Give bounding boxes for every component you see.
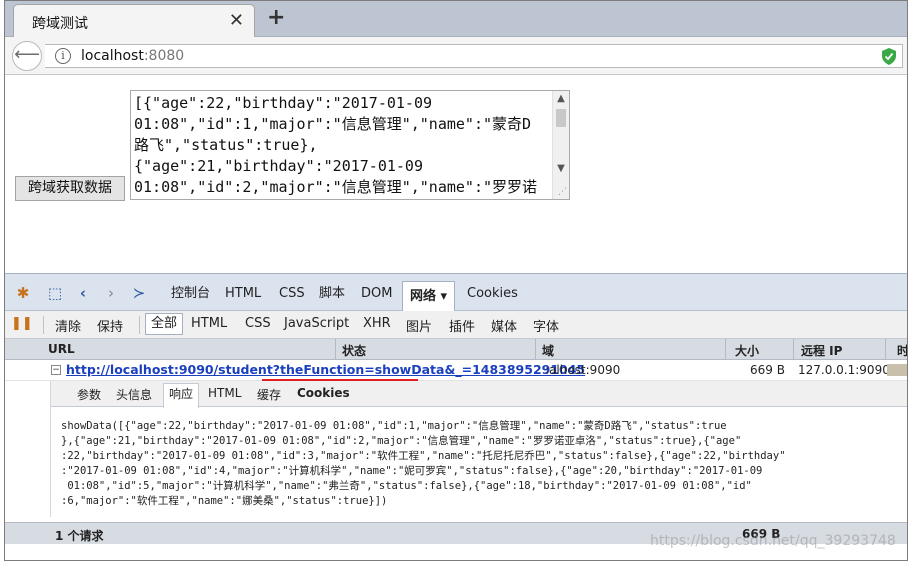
timeline-bar: [887, 364, 907, 376]
request-size: 669 B: [750, 363, 785, 377]
request-url-link[interactable]: http://localhost:9090/student?theFunctio…: [66, 362, 585, 377]
tab-dom[interactable]: DOM: [361, 283, 392, 305]
watermark: https://blog.csdn.net/qq_39293748: [650, 533, 896, 549]
response-line: 01:08","id":5,"major":"计算机科学","name":"弗兰…: [61, 480, 752, 492]
tab-strip: 跨域测试 ✕ +: [5, 1, 907, 37]
filter-media-button[interactable]: 媒体: [491, 316, 517, 335]
chevron-right-icon[interactable]: ›: [101, 283, 121, 303]
address-bar[interactable]: i localhost:8080: [45, 44, 903, 68]
close-icon[interactable]: ✕: [229, 10, 244, 31]
response-line: :22,"birthday":"2017-01-09 01:08","id":3…: [61, 450, 786, 462]
browser-tab[interactable]: 跨域测试 ✕: [13, 4, 255, 37]
response-line: :"2017-01-09 01:08","id":4,"major":"计算机科…: [61, 465, 763, 477]
navigation-bar: ⟵ i localhost:8080: [5, 37, 907, 75]
column-separator: [335, 339, 336, 360]
column-separator: [535, 339, 536, 360]
result-line: [{"age":22,"birthday":"2017-01-09: [134, 94, 433, 112]
clear-button[interactable]: 清除: [55, 316, 81, 335]
command-line-icon[interactable]: ≻: [129, 283, 149, 303]
network-filter-toolbar: ❚❚ 清除 保持 全部 HTML CSS JavaScript XHR 图片 插…: [5, 311, 907, 339]
textarea-scrollbar[interactable]: ▲ ▼: [552, 91, 569, 199]
arrow-left-icon: ⟵: [14, 44, 40, 65]
resize-grip-icon[interactable]: ⋰: [558, 187, 567, 197]
tab-cache[interactable]: 缓存: [257, 386, 281, 403]
address-text: localhost:8080: [81, 48, 184, 64]
response-line: :6,"major":"软件工程","name":"娜美桑","status":…: [61, 495, 388, 507]
column-separator: [793, 339, 794, 360]
result-line: 01:08","id":1,"major":"信息管理","name":"蒙奇D: [134, 115, 532, 133]
filter-all-button[interactable]: 全部: [145, 313, 184, 335]
scroll-thumb[interactable]: [556, 109, 566, 127]
request-remote-ip: 127.0.0.1:9090: [798, 363, 890, 377]
tab-detail-cookies[interactable]: Cookies: [297, 386, 350, 400]
firebug-bug-icon[interactable]: ✱: [13, 283, 33, 303]
firebug-main-toolbar: ✱ ⬚ ‹ › ≻ 控制台 HTML CSS 脚本 DOM 网络 ▾ Cooki…: [5, 273, 907, 312]
filter-plugins-button[interactable]: 插件: [449, 316, 475, 335]
column-separator: [885, 339, 886, 360]
response-line: },{"age":21,"birthday":"2017-01-09 01:08…: [61, 435, 742, 447]
xhr-pause-icon[interactable]: ❚❚: [11, 314, 33, 334]
result-text: [{"age":22,"birthday":"2017-01-09 01:08",…: [134, 93, 552, 198]
result-line: 路飞","status":true},: [134, 136, 318, 154]
filter-html-button[interactable]: HTML: [191, 316, 227, 331]
address-host: localhost: [81, 48, 144, 64]
tab-html[interactable]: HTML: [225, 283, 261, 305]
result-textarea[interactable]: [{"age":22,"birthday":"2017-01-09 01:08",…: [130, 90, 570, 200]
inspect-cursor-icon[interactable]: ⬚: [45, 283, 65, 303]
collapse-icon[interactable]: −: [51, 365, 61, 375]
result-line: 01:08","id":2,"major":"信息管理","name":"罗罗诺: [134, 178, 538, 196]
column-size[interactable]: 大小: [735, 342, 759, 359]
tab-css[interactable]: CSS: [279, 283, 305, 305]
new-tab-icon[interactable]: +: [267, 5, 285, 30]
persist-button[interactable]: 保持: [97, 316, 123, 335]
tab-script[interactable]: 脚本: [319, 283, 345, 305]
filter-xhr-button[interactable]: XHR: [363, 316, 391, 331]
tab-response-html[interactable]: HTML: [208, 386, 241, 400]
result-line: {"age":21,"birthday":"2017-01-09: [134, 157, 423, 175]
tab-response[interactable]: 响应: [163, 383, 200, 408]
column-domain[interactable]: 域: [542, 342, 554, 359]
response-body: showData([{"age":22,"birthday":"2017-01-…: [61, 419, 891, 509]
back-button[interactable]: ⟵: [12, 41, 42, 71]
tab-console[interactable]: 控制台: [171, 283, 210, 305]
filter-css-button[interactable]: CSS: [245, 316, 271, 331]
scroll-up-icon[interactable]: ▲: [553, 91, 569, 107]
request-count: 1 个请求: [55, 529, 104, 543]
tab-params[interactable]: 参数: [77, 386, 101, 403]
filter-javascript-button[interactable]: JavaScript: [284, 316, 349, 331]
tab-headers[interactable]: 头信息: [116, 386, 152, 403]
scroll-down-icon[interactable]: ▼: [553, 161, 569, 177]
toolbar-separator: [139, 316, 140, 334]
filter-fonts-button[interactable]: 字体: [533, 316, 559, 335]
browser-window: 跨域测试 ✕ + ⟵ i localhost:8080 跨域获取数据 [{"ag…: [4, 0, 908, 561]
toolbar-separator: [43, 316, 44, 334]
column-timeline[interactable]: 时: [897, 342, 907, 359]
info-icon[interactable]: i: [55, 48, 71, 64]
column-url[interactable]: URL: [48, 342, 75, 356]
request-detail-panel: 参数 头信息 响应 HTML 缓存 Cookies showData([{"ag…: [50, 381, 907, 517]
tab-cookies[interactable]: Cookies: [467, 283, 518, 305]
cross-domain-fetch-button[interactable]: 跨域获取数据: [15, 176, 125, 201]
page-content: 跨域获取数据 [{"age":22,"birthday":"2017-01-09…: [5, 75, 907, 273]
table-row[interactable]: − http://localhost:9090/student?theFunct…: [5, 360, 907, 382]
tab-network[interactable]: 网络 ▾: [402, 281, 456, 312]
detail-tabs: 参数 头信息 响应 HTML 缓存 Cookies: [51, 381, 907, 408]
column-separator: [725, 339, 726, 360]
filter-images-button[interactable]: 图片: [406, 316, 432, 335]
response-line: showData([{"age":22,"birthday":"2017-01-…: [61, 420, 727, 432]
request-domain: :alhost:9090: [545, 363, 621, 377]
column-remote-ip[interactable]: 远程 IP: [801, 342, 842, 359]
tab-title: 跨域测试: [32, 16, 88, 32]
column-status[interactable]: 状态: [342, 342, 366, 359]
address-port: :8080: [143, 48, 185, 64]
shield-icon[interactable]: [882, 48, 896, 65]
network-column-header: URL 状态 域 大小 远程 IP 时: [5, 339, 907, 360]
chevron-left-icon[interactable]: ‹: [73, 283, 93, 303]
